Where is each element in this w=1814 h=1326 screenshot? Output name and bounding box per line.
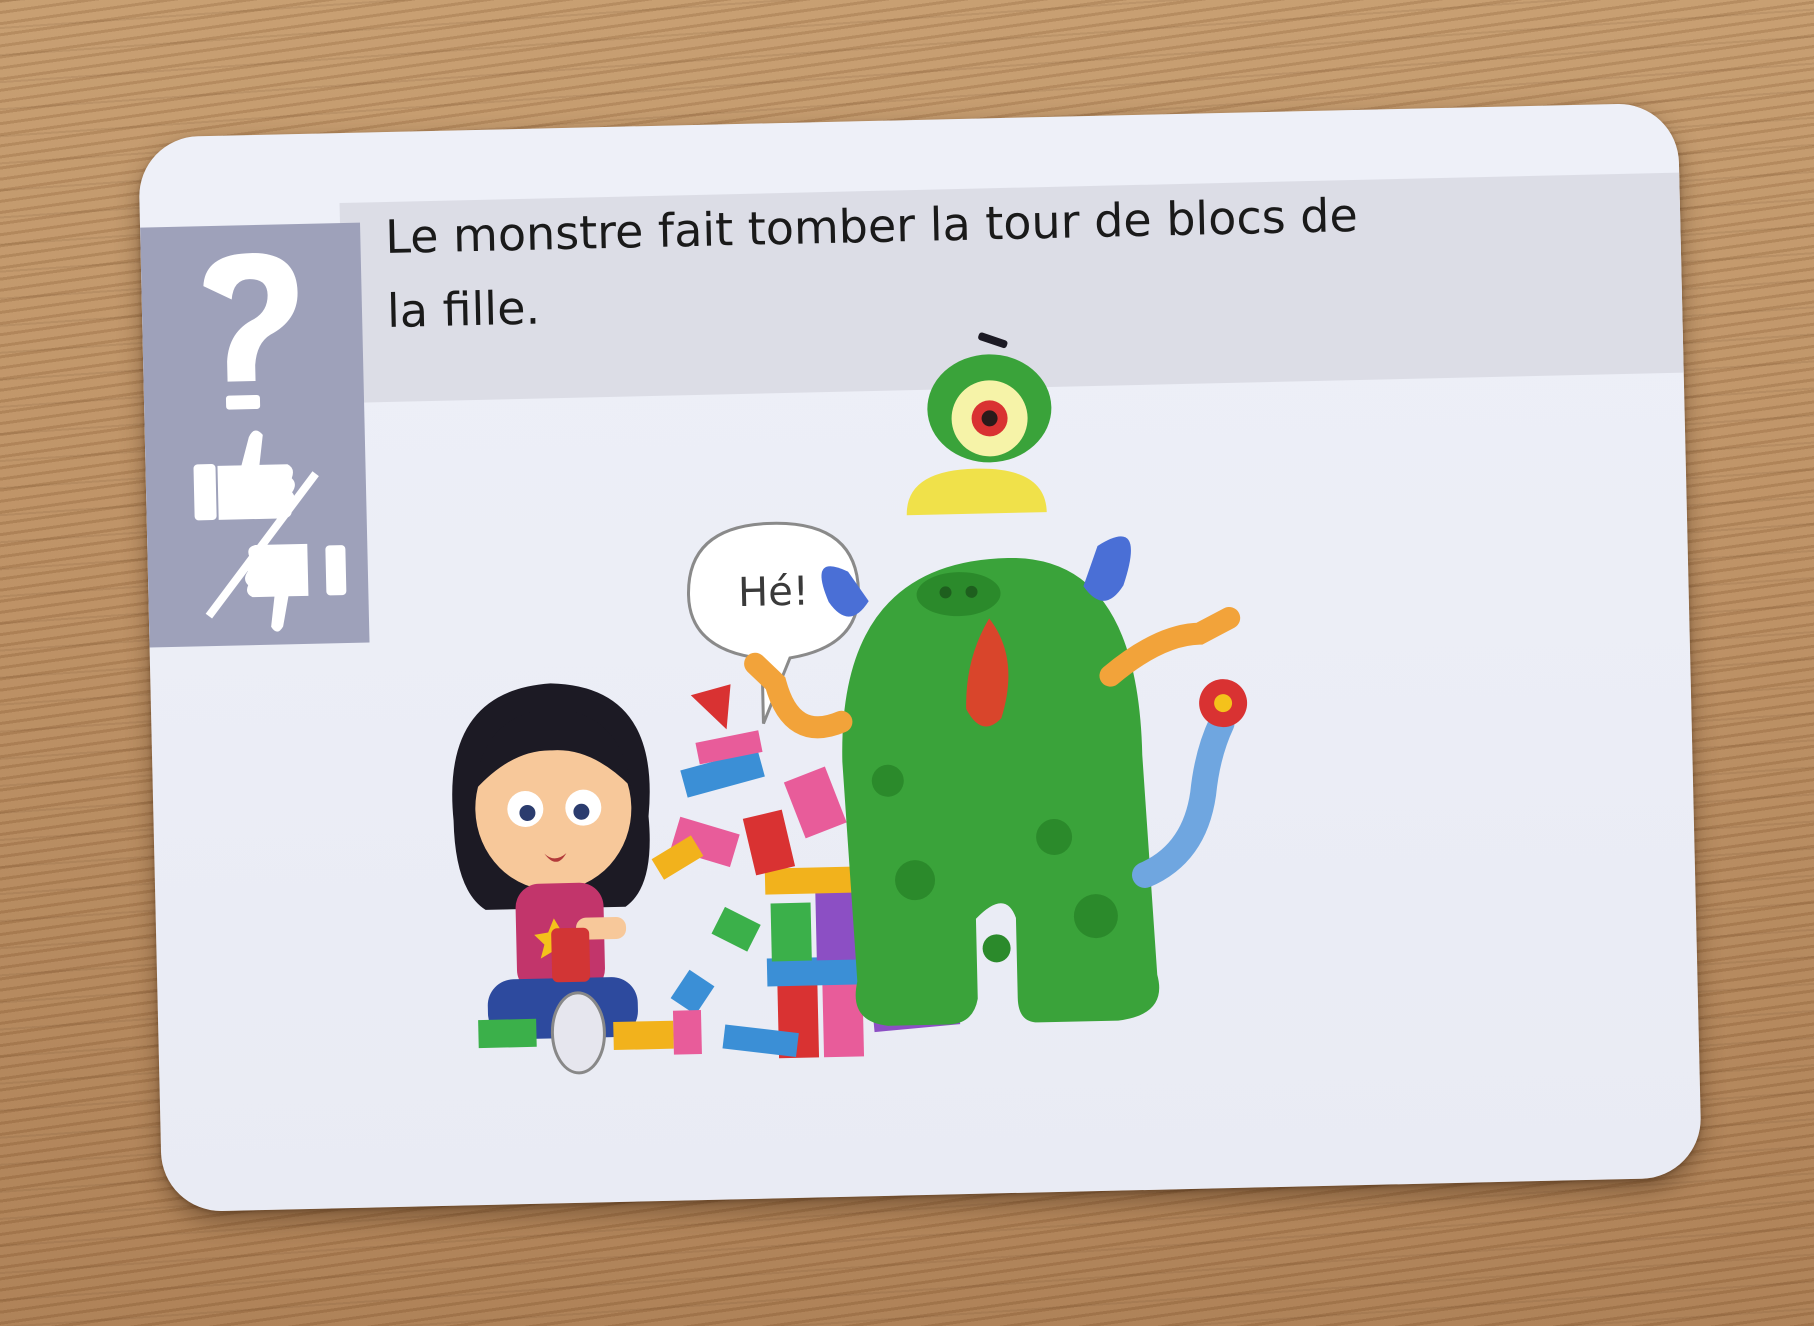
- card-illustration: Hé!: [452, 332, 1248, 1075]
- game-card: Le monstre fait tomber la tour de blocs …: [138, 102, 1702, 1213]
- speech-bubble-text: Hé!: [738, 569, 810, 617]
- girl-character: [452, 683, 650, 1075]
